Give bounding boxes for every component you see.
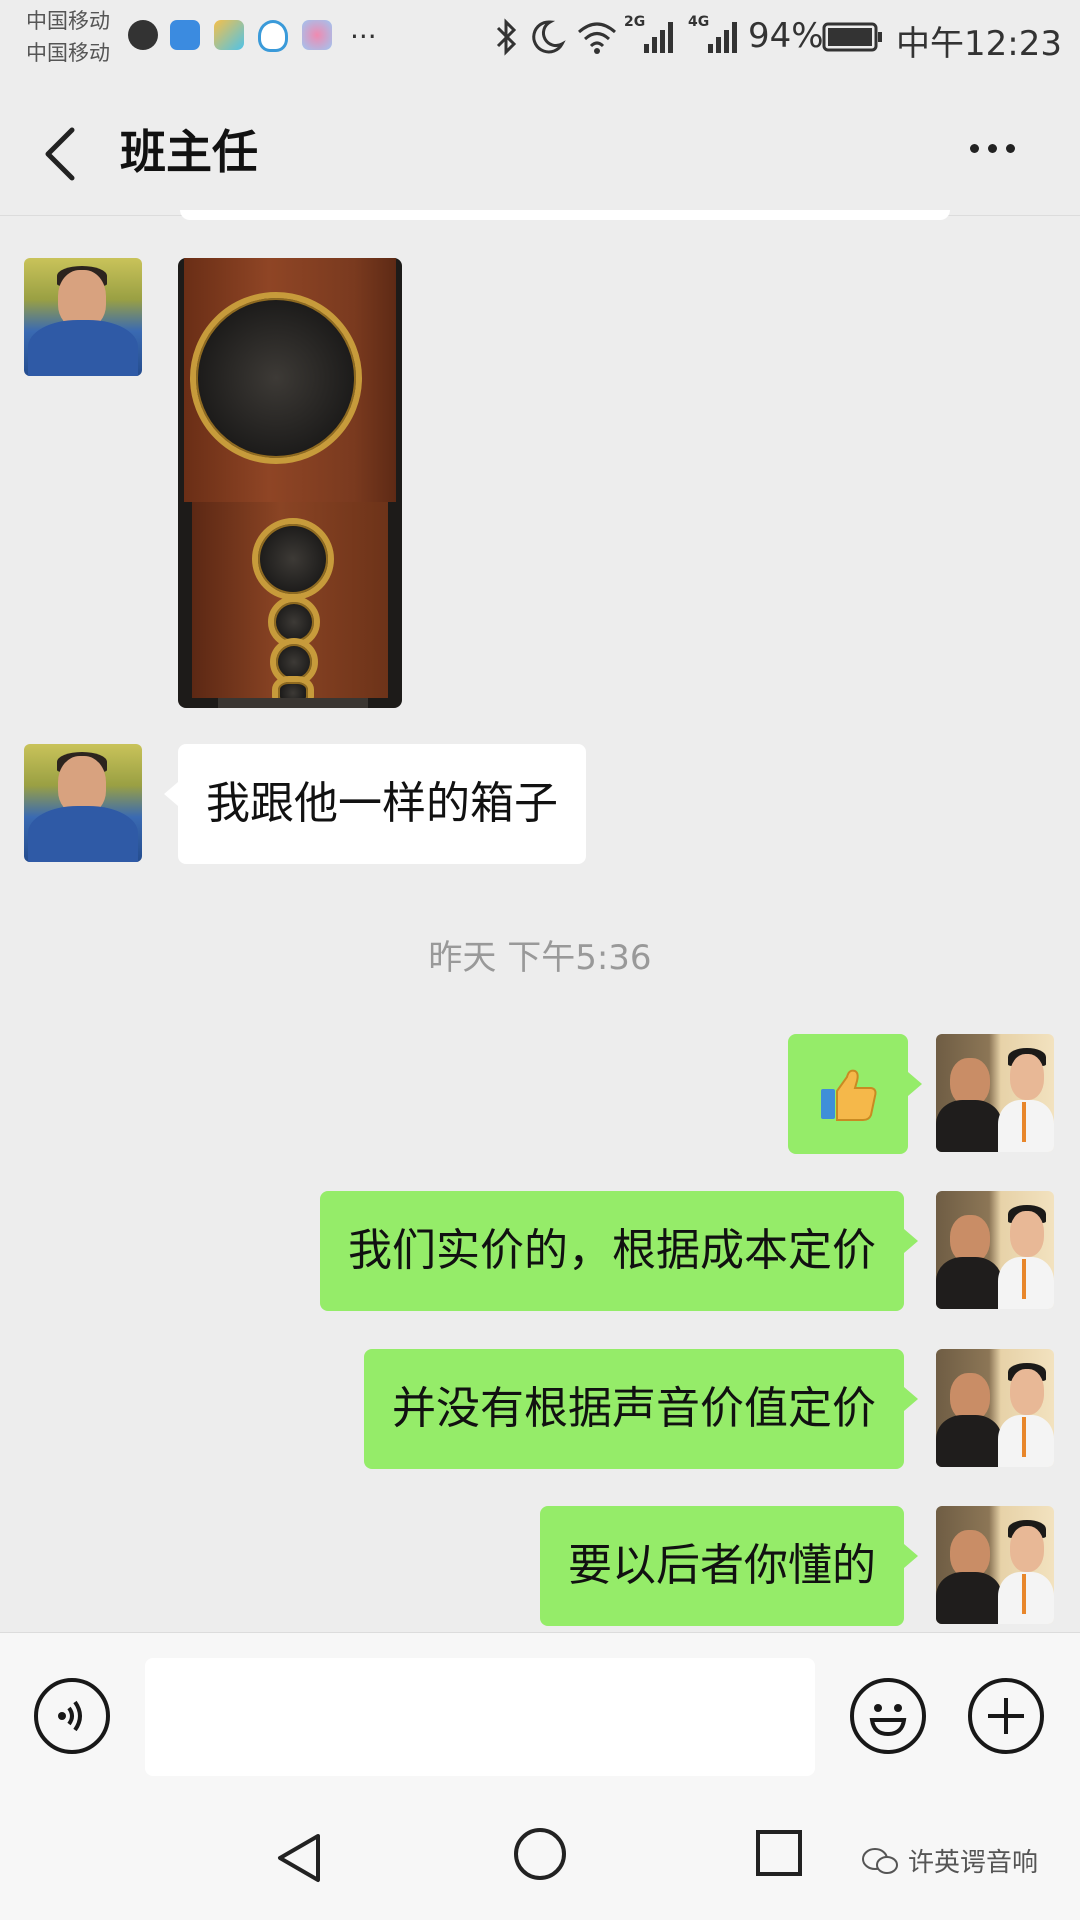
wifi-icon (578, 22, 616, 54)
battery-percent: 94% (748, 16, 824, 56)
message-bubble-sent[interactable]: 要以后者你懂的 (540, 1506, 918, 1626)
message-bubble-sent[interactable]: 我们实价的，根据成本定价 (320, 1191, 918, 1311)
more-options-button[interactable] (955, 122, 1025, 172)
qq-icon (258, 20, 288, 52)
back-button[interactable] (32, 110, 92, 190)
plus-icon (988, 1698, 1024, 1734)
more-notifications: ··· (350, 20, 377, 53)
status-bar: 中国移动 中国移动 ··· 2G 4G 94% 中午12:23 (0, 0, 1080, 80)
contact-avatar[interactable] (24, 258, 142, 376)
more-dots-icon (970, 144, 979, 153)
message-bubble-sent-emoji[interactable] (788, 1034, 922, 1154)
carrier-label-1: 中国移动 (26, 9, 110, 33)
signal-icon (644, 22, 673, 53)
my-avatar[interactable] (936, 1506, 1054, 1624)
wechat-icon (862, 1847, 898, 1874)
contact-avatar[interactable] (24, 744, 142, 862)
message-bubble-received[interactable]: 我跟他一样的箱子 (164, 744, 586, 864)
nav-back-icon[interactable] (272, 1830, 328, 1886)
image-message-speaker[interactable] (178, 258, 402, 708)
taobao-icon (128, 20, 158, 50)
input-bar (0, 1632, 1080, 1793)
chevron-left-icon (45, 127, 75, 181)
chat-title: 班主任 (120, 125, 258, 179)
nav-home-icon[interactable] (512, 1826, 568, 1882)
woofer-driver (190, 292, 362, 464)
clock: 中午12:23 (896, 24, 1062, 64)
smiley-icon (869, 1704, 907, 1737)
carrier-label-2: 中国移动 (26, 41, 110, 65)
watermark: 许英谔音响 (860, 1842, 1038, 1879)
moon-icon (532, 20, 566, 54)
previous-message-edge (180, 210, 950, 220)
photo-app-icon (214, 20, 244, 50)
voice-input-button[interactable] (34, 1678, 110, 1754)
my-avatar[interactable] (936, 1034, 1054, 1152)
bluetooth-icon (496, 18, 517, 56)
chat-header: 班主任 (0, 80, 1080, 216)
message-bubble-sent[interactable]: 并没有根据声音价值定价 (364, 1349, 918, 1469)
my-avatar[interactable] (936, 1191, 1054, 1309)
system-nav-bar: 许英谔音响 (0, 1792, 1080, 1920)
message-input[interactable] (145, 1658, 815, 1776)
signal-icon-2 (708, 22, 737, 53)
message-timestamp: 昨天 下午5:36 (428, 938, 652, 978)
shield-app-icon (170, 20, 200, 50)
voice-icon (58, 1700, 82, 1732)
my-avatar[interactable] (936, 1349, 1054, 1467)
battery-icon (822, 22, 882, 52)
emoji-button[interactable] (850, 1678, 926, 1754)
watermark-text: 许英谔音响 (908, 1848, 1039, 1878)
flower-app-icon (302, 20, 332, 50)
nav-recents-icon[interactable] (752, 1826, 808, 1882)
thumbs-up-icon (821, 1069, 877, 1121)
more-functions-button[interactable] (968, 1678, 1044, 1754)
